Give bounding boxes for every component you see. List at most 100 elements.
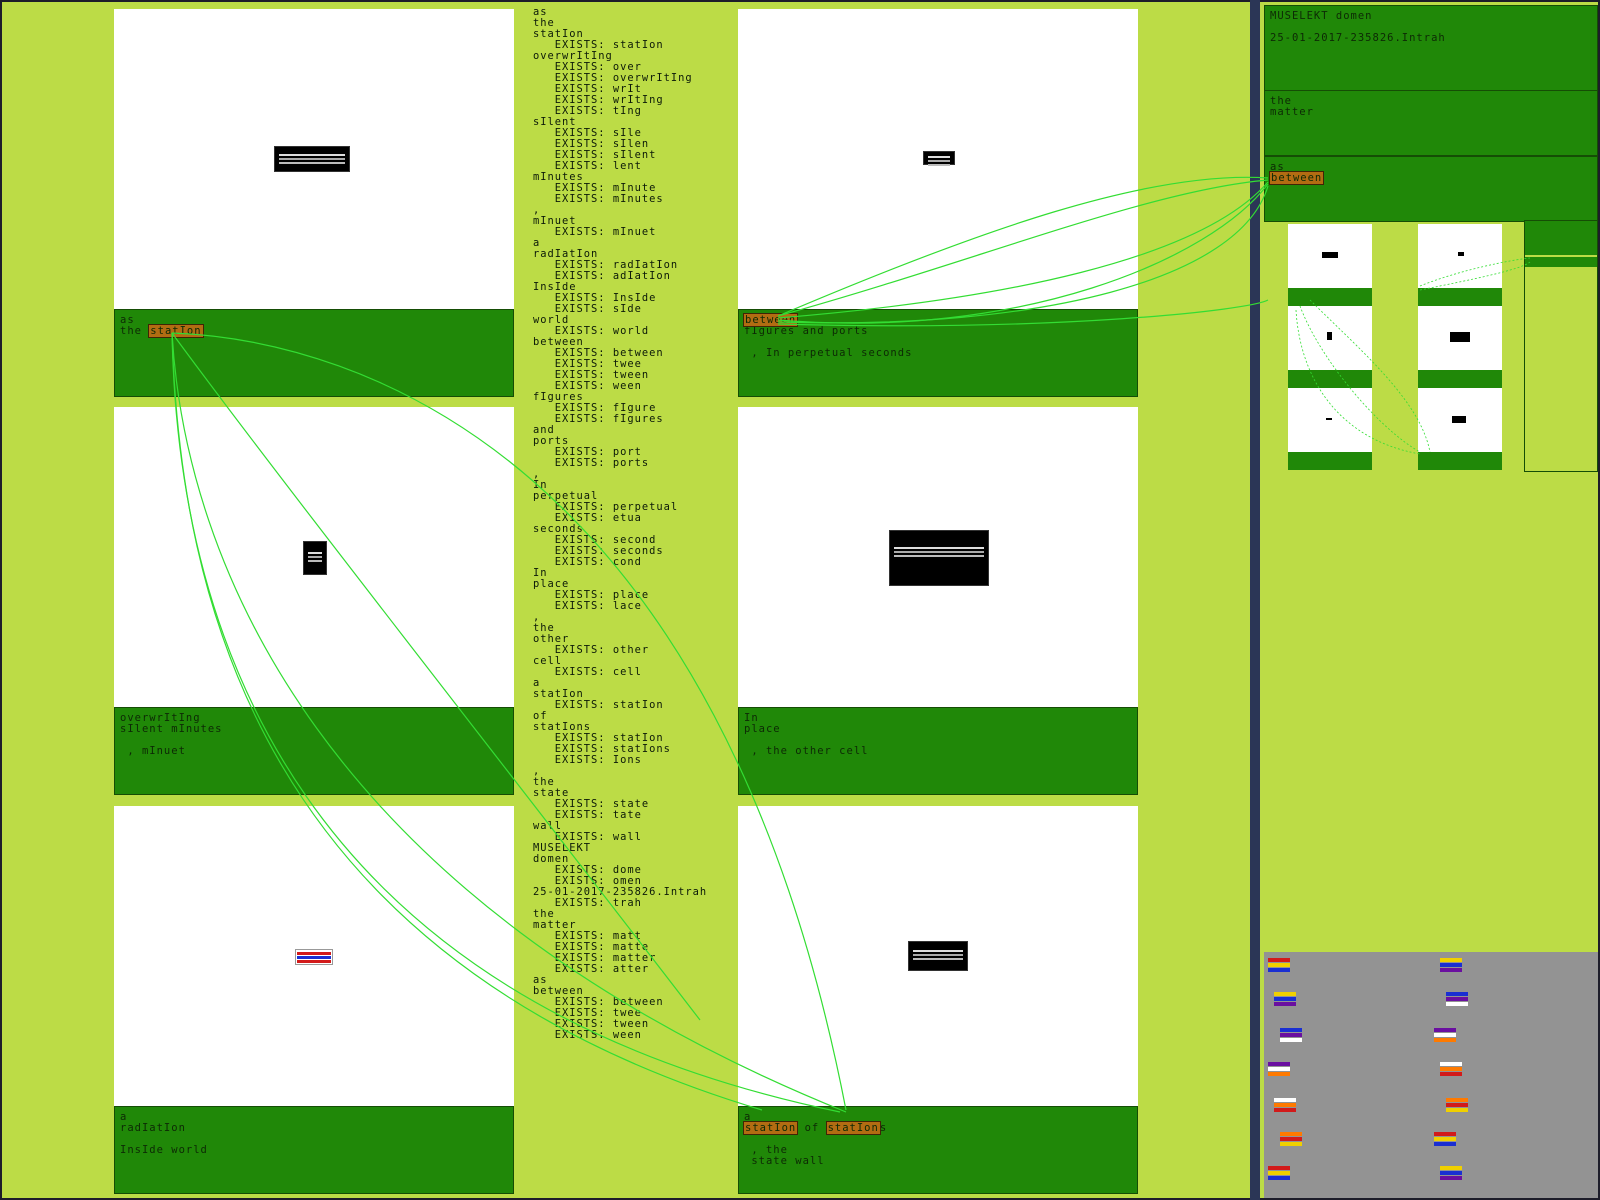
screenshot-thumbnail: [274, 146, 350, 172]
color-swatch: [1268, 1171, 1290, 1175]
screenshot-thumbnail: [908, 941, 968, 971]
card-between[interactable]: between fIgures and ports , In perpetual…: [738, 9, 1138, 397]
color-swatch: [1446, 1103, 1468, 1107]
color-swatch: [1280, 1028, 1302, 1032]
card-overwriting[interactable]: overwrItIng sIlent mInutes , mInuet: [114, 407, 514, 795]
word-list-line: EXISTS: cond: [533, 556, 642, 568]
color-swatch: [1280, 1137, 1302, 1141]
word-list-line: ,: [533, 611, 541, 623]
color-swatch: [1280, 1142, 1302, 1146]
card-image: [114, 9, 514, 309]
word-list-line: EXISTS: trah: [533, 897, 642, 909]
color-swatch: [1440, 963, 1462, 967]
word-list-line: ,: [533, 468, 541, 480]
highlight-word[interactable]: statIon: [148, 324, 204, 338]
caption-text: In place , the other cell: [744, 712, 869, 757]
swatch-panel: [1264, 952, 1598, 1198]
card-caption: a radIatIon InsIde world: [114, 1106, 514, 1194]
color-swatch: [1274, 997, 1296, 1001]
color-swatch: [1268, 963, 1290, 967]
right-box-text: as between: [1268, 161, 1325, 185]
screenshot-thumbnail: [923, 151, 955, 165]
card-radiation[interactable]: a radIatIon InsIde world: [114, 806, 514, 1194]
word-list-line: EXISTS: fIgures: [533, 413, 664, 425]
color-swatch: [1274, 992, 1296, 996]
word-list-line: EXISTS: mInuet: [533, 226, 657, 238]
mini-card[interactable]: [1418, 306, 1502, 388]
right-box-between[interactable]: as between: [1264, 156, 1598, 222]
caption-text: as the statIon: [120, 314, 204, 338]
card-place[interactable]: In place , the other cell: [738, 407, 1138, 795]
color-swatch: [1434, 1142, 1456, 1146]
color-swatch: [1274, 1108, 1296, 1112]
mini-card[interactable]: [1418, 224, 1502, 306]
right-box-matter[interactable]: the matter: [1264, 90, 1598, 156]
card-image: [114, 407, 514, 707]
color-swatch: [1434, 1038, 1456, 1042]
color-swatch: [1280, 1132, 1302, 1136]
color-swatch: [1446, 1108, 1468, 1112]
color-swatch: [1434, 1137, 1456, 1141]
color-swatch: [1434, 1028, 1456, 1032]
color-swatch: [1268, 1176, 1290, 1180]
color-swatch: [1268, 1067, 1290, 1071]
flag-thumbnail: [295, 949, 333, 965]
word-list-line: EXISTS: statIon: [533, 699, 664, 711]
card-caption: a statIon of statIons , the state wall: [738, 1106, 1138, 1194]
caption-text: a radIatIon InsIde world: [120, 1111, 208, 1156]
word-list-line: ,: [533, 765, 541, 777]
card-station[interactable]: as the statIon: [114, 9, 514, 397]
screenshot-thumbnail: [303, 541, 327, 575]
color-swatch: [1268, 1166, 1290, 1170]
color-swatch: [1434, 1033, 1456, 1037]
card-image: [114, 806, 514, 1106]
color-swatch: [1440, 968, 1462, 972]
mini-card[interactable]: [1418, 388, 1502, 470]
color-swatch: [1274, 1002, 1296, 1006]
card-stations[interactable]: a statIon of statIons , the state wall: [738, 806, 1138, 1194]
color-swatch: [1268, 968, 1290, 972]
color-swatch: [1446, 1098, 1468, 1102]
color-swatch: [1268, 1072, 1290, 1076]
color-swatch: [1274, 1103, 1296, 1107]
color-swatch: [1280, 1038, 1302, 1042]
color-swatch: [1440, 1171, 1462, 1175]
word-list-line: EXISTS: lace: [533, 600, 642, 612]
side-column: [1524, 220, 1598, 472]
card-caption: between fIgures and ports , In perpetual…: [738, 309, 1138, 397]
word-list-line: as: [533, 6, 548, 18]
color-swatch: [1274, 1098, 1296, 1102]
card-caption: overwrItIng sIlent mInutes , mInuet: [114, 707, 514, 795]
canvas: as the statIon between fIgures and ports…: [0, 0, 1600, 1200]
color-swatch: [1446, 997, 1468, 1001]
right-box-domain[interactable]: MUSELEKT domen 25-01-2017-235826.Intrah: [1264, 5, 1598, 91]
card-caption: In place , the other cell: [738, 707, 1138, 795]
mini-card[interactable]: [1288, 388, 1372, 470]
card-image: [738, 407, 1138, 707]
caption-text: a statIon of statIons , the state wall: [742, 1111, 888, 1167]
right-box-text: MUSELEKT domen 25-01-2017-235826.Intrah: [1270, 10, 1446, 44]
color-swatch: [1280, 1033, 1302, 1037]
card-image: [738, 9, 1138, 309]
color-swatch: [1440, 1072, 1462, 1076]
color-swatch: [1440, 1166, 1462, 1170]
mini-card[interactable]: [1288, 224, 1372, 306]
highlight-word[interactable]: statIon: [742, 1121, 799, 1135]
word-list-line: EXISTS: ween: [533, 1029, 642, 1041]
color-swatch: [1440, 1176, 1462, 1180]
card-caption: as the statIon: [114, 309, 514, 397]
highlight-word-2[interactable]: statIon: [825, 1121, 881, 1135]
screenshot-thumbnail: [889, 530, 989, 586]
highlight-word[interactable]: between: [1268, 171, 1325, 185]
card-image: [738, 806, 1138, 1106]
mini-card[interactable]: [1288, 306, 1372, 388]
color-swatch: [1440, 1062, 1462, 1066]
color-swatch: [1446, 992, 1468, 996]
word-list-line: EXISTS: Ions: [533, 754, 642, 766]
caption-text: overwrItIng sIlent mInutes , mInuet: [120, 712, 223, 757]
word-list-line: EXISTS: cell: [533, 666, 642, 678]
panel-divider[interactable]: [1250, 0, 1260, 1200]
word-list-line: EXISTS: ports: [533, 457, 650, 469]
word-list: as the statIon EXISTS: statIon overwrItIng …: [533, 7, 723, 1041]
color-swatch: [1440, 958, 1462, 962]
